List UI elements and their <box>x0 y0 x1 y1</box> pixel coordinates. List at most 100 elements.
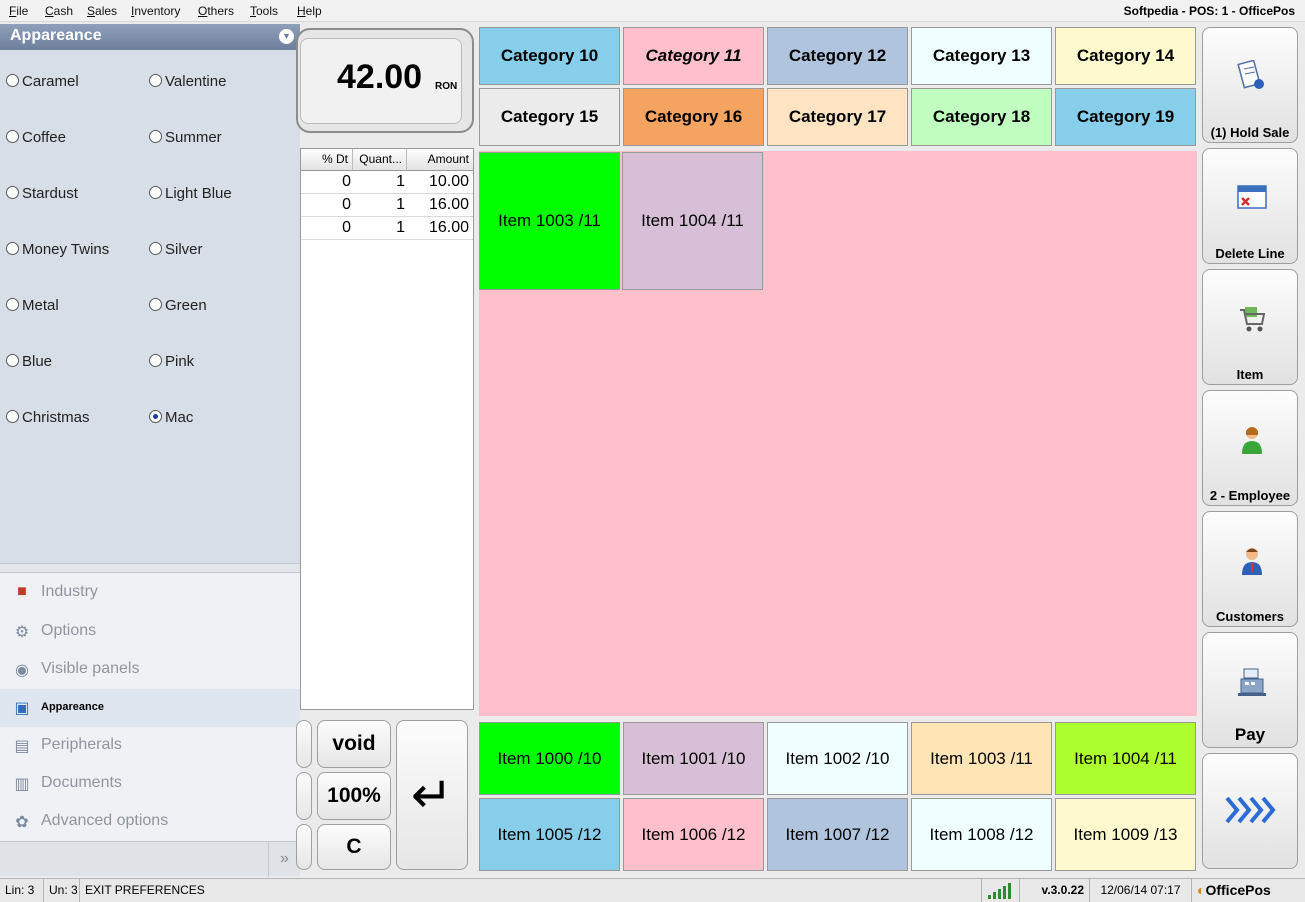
theme-blue[interactable]: Blue <box>6 353 52 370</box>
menu-tools[interactable]: Tools <box>250 4 278 18</box>
menu-bar: File Cash Sales Inventory Others Tools H… <box>0 0 1305 22</box>
next-page-button[interactable] <box>1202 753 1298 869</box>
col-discount[interactable]: % Dt <box>301 149 353 171</box>
delete-line-button[interactable]: Delete Line <box>1202 148 1298 264</box>
quick-item-button[interactable]: Item 1009 /13 <box>1055 798 1196 871</box>
nav-footer: » <box>0 841 300 877</box>
pay-button[interactable]: Pay <box>1202 632 1298 748</box>
cash-register-icon <box>1238 668 1266 696</box>
menu-sales[interactable]: Sales <box>87 4 117 18</box>
radio-icon <box>6 410 19 423</box>
keypad-key-partial[interactable] <box>296 772 312 820</box>
col-quantity[interactable]: Quant... <box>353 149 407 171</box>
quick-item-button[interactable]: Item 1007 /12 <box>767 798 908 871</box>
quick-item-button[interactable]: Item 1001 /10 <box>623 722 764 795</box>
radio-icon <box>6 242 19 255</box>
employee-icon <box>1242 427 1262 454</box>
employee-button[interactable]: 2 - Employee <box>1202 390 1298 506</box>
hold-sale-icon <box>1237 60 1264 89</box>
category-button[interactable]: Category 16 <box>623 88 764 146</box>
appearance-header: Appareance ▼ <box>0 24 300 50</box>
theme-metal[interactable]: Metal <box>6 297 59 314</box>
theme-light-blue[interactable]: Light Blue <box>149 185 232 202</box>
nav-options[interactable]: ⚙ Options <box>0 613 300 651</box>
employee-label: 2 - Employee <box>1209 488 1291 503</box>
keypad-key-partial[interactable] <box>296 720 312 768</box>
preferences-nav: ■ Industry ⚙ Options ◉ Visible panels ▣ Appa… <box>0 573 300 841</box>
clear-button[interactable]: C <box>317 824 391 870</box>
quick-item-button[interactable]: Item 1006 /12 <box>623 798 764 871</box>
theme-money-twins[interactable]: Money Twins <box>6 241 109 258</box>
radio-icon <box>6 298 19 311</box>
radio-icon <box>149 74 162 87</box>
quick-item-button[interactable]: Item 1008 /12 <box>911 798 1052 871</box>
theme-valentine[interactable]: Valentine <box>149 73 226 90</box>
menu-inventory[interactable]: Inventory <box>131 4 180 18</box>
category-button[interactable]: Category 12 <box>767 27 908 85</box>
category-button[interactable]: Category 11 <box>623 27 764 85</box>
nav-industry[interactable]: ■ Industry <box>0 574 300 612</box>
col-amount[interactable]: Amount <box>407 149 473 171</box>
customers-label: Customers <box>1216 609 1284 624</box>
delete-line-label: Delete Line <box>1215 246 1285 261</box>
item-action-label: Item <box>1236 367 1264 382</box>
hold-sale-button[interactable]: (1) Hold Sale <box>1202 27 1298 143</box>
theme-christmas[interactable]: Christmas <box>6 409 90 426</box>
category-button[interactable]: Category 13 <box>911 27 1052 85</box>
radio-icon <box>149 130 162 143</box>
category-button[interactable]: Category 17 <box>767 88 908 146</box>
theme-caramel[interactable]: Caramel <box>6 73 79 90</box>
calendar-delete-icon <box>1237 185 1267 209</box>
enter-icon: ↵ <box>411 767 453 823</box>
theme-green[interactable]: Green <box>149 297 207 314</box>
category-button[interactable]: Category 14 <box>1055 27 1196 85</box>
theme-silver[interactable]: Silver <box>149 241 203 258</box>
panel-splitter[interactable] <box>0 563 300 573</box>
theme-mac[interactable]: Mac <box>149 409 193 426</box>
shopping-cart-icon <box>1240 307 1266 332</box>
nav-visible-panels[interactable]: ◉ Visible panels <box>0 651 300 689</box>
quick-item-button[interactable]: Item 1004 /11 <box>1055 722 1196 795</box>
printer-icon: ▥ <box>14 776 30 793</box>
theme-pink[interactable]: Pink <box>149 353 194 370</box>
menu-file[interactable]: File <box>9 4 28 18</box>
gear-icon: ✿ <box>15 814 29 831</box>
table-row[interactable]: 0 1 16.00 <box>301 194 473 217</box>
quick-item-button[interactable]: Item 1005 /12 <box>479 798 620 871</box>
category-button[interactable]: Category 19 <box>1055 88 1196 146</box>
devices-icon: ▤ <box>14 738 30 755</box>
keypad-key-partial[interactable] <box>296 824 312 870</box>
sale-lines-table: % Dt Quant... Amount 0 1 10.00 0 1 16.00… <box>300 148 474 710</box>
menu-help[interactable]: Help <box>297 4 322 18</box>
nav-peripherals[interactable]: ▤ Peripherals <box>0 727 300 765</box>
customer-icon <box>1242 548 1262 575</box>
table-row[interactable]: 0 1 10.00 <box>301 171 473 194</box>
category-button[interactable]: Category 10 <box>479 27 620 85</box>
forward-arrows-icon <box>1225 796 1276 824</box>
menu-others[interactable]: Others <box>198 4 234 18</box>
quick-item-button[interactable]: Item 1002 /10 <box>767 722 908 795</box>
theme-coffee[interactable]: Coffee <box>6 129 66 146</box>
quick-item-button[interactable]: Item 1000 /10 <box>479 722 620 795</box>
customers-button[interactable]: Customers <box>1202 511 1298 627</box>
void-button[interactable]: void <box>317 720 391 768</box>
table-row[interactable]: 0 1 16.00 <box>301 217 473 240</box>
theme-stardust[interactable]: Stardust <box>6 185 78 202</box>
enter-button[interactable]: ↵ <box>396 720 468 870</box>
category-button[interactable]: Category 15 <box>479 88 620 146</box>
item-button[interactable]: Item 1003 /11 <box>479 152 620 290</box>
nav-documents[interactable]: ▥ Documents <box>0 765 300 803</box>
category-button[interactable]: Category 18 <box>911 88 1052 146</box>
radio-icon <box>149 354 162 367</box>
nav-appearance[interactable]: ▣ Appareance <box>0 689 300 727</box>
pay-label: Pay <box>1234 725 1266 744</box>
percent-button[interactable]: 100% <box>317 772 391 820</box>
menu-cash[interactable]: Cash <box>45 4 73 18</box>
item-action-button[interactable]: Item <box>1202 269 1298 385</box>
collapse-icon[interactable]: ▼ <box>279 29 294 44</box>
quick-item-button[interactable]: Item 1003 /11 <box>911 722 1052 795</box>
nav-advanced-options[interactable]: ✿ Advanced options <box>0 803 300 841</box>
theme-summer[interactable]: Summer <box>149 129 222 146</box>
radio-icon <box>6 130 19 143</box>
item-button[interactable]: Item 1004 /11 <box>622 152 763 290</box>
